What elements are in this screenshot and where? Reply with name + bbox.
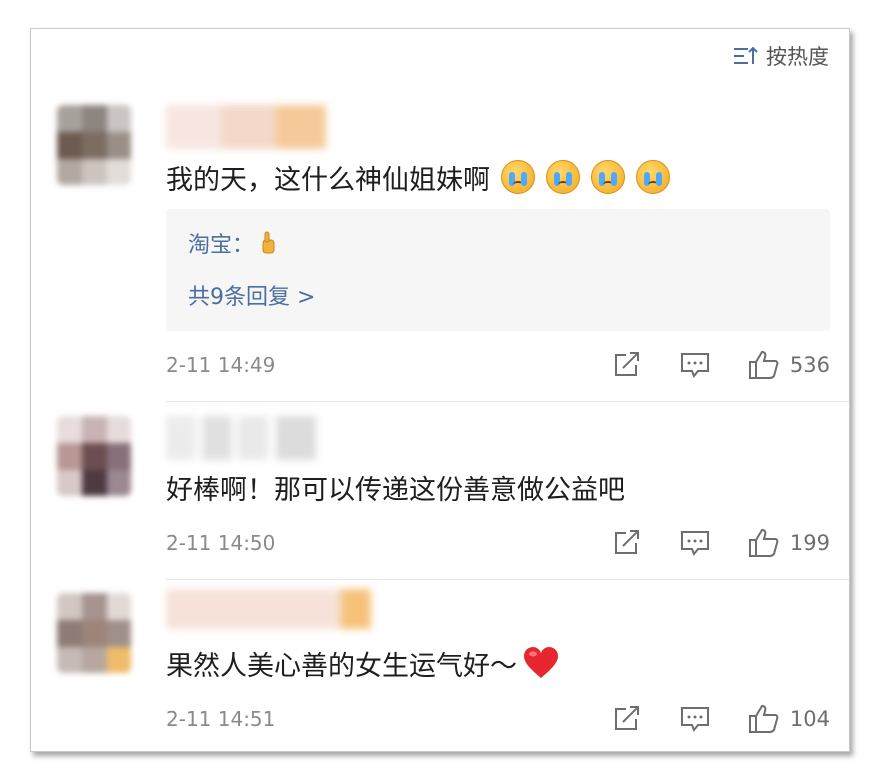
crying-emoji-icon (501, 160, 535, 194)
share-button[interactable] (612, 705, 642, 733)
like-button[interactable]: 104 (748, 704, 830, 734)
timestamp: 2-11 14:51 (166, 707, 276, 731)
crying-emoji-icon (546, 160, 580, 194)
reply-button[interactable] (680, 529, 710, 557)
comment-meta: 2-11 14:51 104 (166, 701, 830, 737)
like-button[interactable]: 536 (748, 350, 830, 380)
thumbs-up-icon (748, 528, 779, 557)
divider (166, 579, 849, 580)
comment-text: 我的天，这什么神仙姐妹啊 (166, 157, 670, 197)
sort-label: 按热度 (766, 45, 829, 69)
comment-text: 好棒啊！那可以传递这份善意做公益吧 (166, 474, 625, 506)
share-icon (614, 352, 639, 376)
comment-actions: 536 (612, 347, 830, 383)
thumbs-up-icon (748, 704, 779, 733)
username-blurred[interactable] (166, 589, 371, 629)
avatar[interactable] (57, 416, 131, 496)
comment-meta: 2-11 14:50 199 (166, 525, 830, 561)
share-button[interactable] (612, 529, 642, 557)
crying-emoji-icon (591, 160, 625, 194)
divider (166, 401, 849, 402)
comment-actions: 104 (612, 701, 830, 737)
comment-actions: 199 (612, 525, 830, 561)
comments-panel: 按热度 我的天，这什么神仙姐妹啊 淘宝： 共9条回复 > 2-11 14:49 … (30, 28, 850, 752)
thumbs-up-icon (748, 350, 779, 379)
timestamp: 2-11 14:50 (166, 531, 276, 555)
like-count: 104 (789, 707, 830, 731)
comment-icon (680, 353, 709, 378)
thumbs-up-emoji-icon (262, 231, 275, 254)
heart-emoji-icon (524, 647, 558, 678)
avatar[interactable] (57, 105, 131, 185)
comment-icon (680, 707, 709, 732)
share-button[interactable] (612, 351, 642, 379)
timestamp: 2-11 14:49 (166, 353, 276, 377)
like-count: 199 (789, 531, 830, 555)
reply-button[interactable] (680, 351, 710, 379)
share-icon (614, 530, 639, 554)
comment-meta: 2-11 14:49 536 (166, 347, 830, 383)
reply-preview-box[interactable]: 淘宝： 共9条回复 > (166, 209, 830, 331)
view-more-replies-link[interactable]: 共9条回复 > (188, 279, 315, 311)
username-blurred[interactable] (166, 105, 326, 149)
sort-by-hot-button[interactable]: 按热度 (732, 41, 829, 71)
username-blurred[interactable] (166, 416, 326, 460)
reply-button[interactable] (680, 705, 710, 733)
reply-preview[interactable]: 淘宝： (188, 227, 278, 259)
crying-emoji-icon (636, 160, 670, 194)
like-count: 536 (789, 353, 830, 377)
share-icon (614, 706, 639, 730)
avatar[interactable] (57, 593, 131, 673)
like-button[interactable]: 199 (748, 528, 830, 558)
sort-icon (734, 46, 758, 64)
comment-text: 果然人美心善的女生运气好～ (166, 643, 559, 683)
comment-icon (680, 531, 709, 556)
